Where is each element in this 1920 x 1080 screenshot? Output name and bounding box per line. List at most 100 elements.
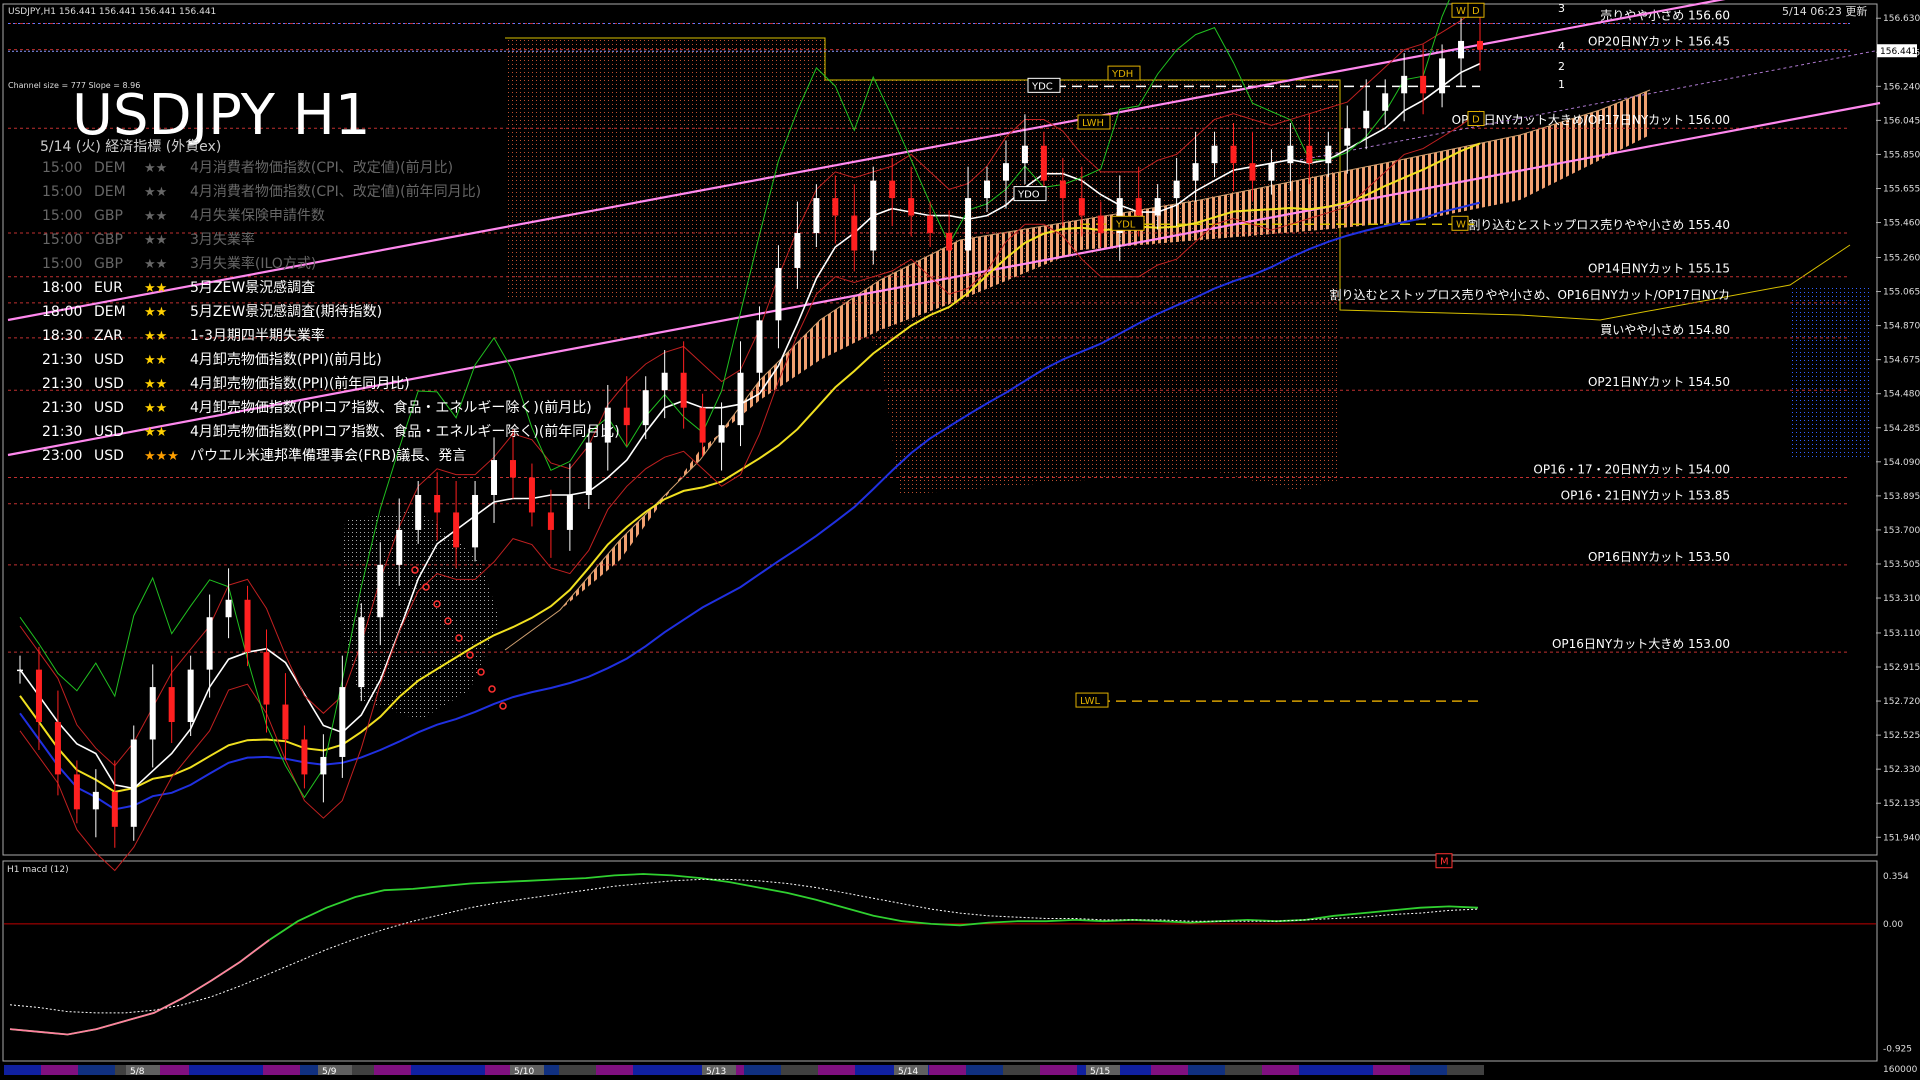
calendar-event: 4月失業保険申請件数 [190,208,325,224]
calendar-currency: USD [94,376,124,392]
level-label-text: YDH [1111,69,1133,80]
date-bar-segment [411,1065,448,1075]
candle-body [168,687,175,723]
price-axis-label: 153.110 [1883,629,1920,639]
calendar-currency: USD [94,400,124,416]
date-bar-segment [670,1065,707,1075]
price-axis-label: 154.480 [1883,390,1920,400]
price-axis-label: 154.870 [1883,322,1920,332]
calendar-event: 1-3月期四半期失業率 [190,327,325,344]
option-level-label: 割り込むとストップロス売りやや小さめ 155.40 [1468,217,1730,232]
candle-body [1458,40,1465,59]
level-label-text: LWH [1082,118,1104,129]
price-axis-label: 153.505 [1883,560,1920,570]
price-axis-label: 155.655 [1883,184,1920,194]
candle-body [1325,145,1332,164]
level-label-text: D [1472,6,1480,17]
calendar-event: 5月ZEW景況感調査 [190,279,315,296]
calendar-stars: ★★★ [144,449,179,464]
calendar-event: パウエル米連邦準備理事会(FRB)議長、発言 [190,447,466,464]
option-level-label: OP21日NYカット 154.50 [1588,375,1730,389]
date-bar-segment [1447,1065,1484,1075]
date-bar-segment [1262,1065,1299,1075]
update-time: 5/14 06:23 更新 [1782,4,1867,18]
option-level-label: OP16・17・20日NYカット 154.00 [1533,463,1730,477]
candle-body [699,407,706,443]
date-bar-segment [41,1065,78,1075]
calendar-stars: ★★ [144,329,167,344]
calendar-event: 4月卸売物価指数(PPIコア指数、食品・エネルギー除く)(前年同月比) [190,423,620,440]
candle-body [623,407,630,426]
date-bar-segment [1225,1065,1262,1075]
calendar-stars: ★★ [144,353,167,368]
price-axis-label: 152.525 [1883,731,1920,741]
candle-body [491,460,498,495]
macd-axis-label: 0.00 [1883,920,1903,930]
level-label-text: W [1456,6,1466,17]
date-bar-segment [4,1065,41,1075]
current-price-text: 156.441 [1880,47,1917,57]
candle-body [92,791,99,810]
candle-body [908,198,915,216]
channel-number: 3 [1558,2,1565,15]
symbol-info: USDJPY,H1 156.441 156.441 156.441 156.44… [8,7,216,17]
candle-body [1230,145,1237,164]
candle-body [358,617,365,688]
price-axis-label: 152.915 [1883,663,1920,673]
chart-canvas: 売りやや小さめ 156.60OP20日NYカット 156.45OP15日NYカッ… [2,0,1920,1077]
candle-body [737,372,744,426]
candle-body [775,267,782,321]
price-axis-label: 155.850 [1883,150,1920,160]
option-level-label: OP15日NYカット大きめ/OP17日NYカット 156.00 [1452,113,1730,127]
price-axis-label: 152.135 [1883,799,1920,809]
candle-body [528,477,535,513]
candle-body [813,198,820,234]
price-axis-label: 154.090 [1883,458,1920,468]
calendar-event: 4月卸売物価指数(PPIコア指数、食品・エネルギー除く)(前月比) [190,399,592,416]
candle-body [946,233,953,251]
date-tag: 5/10 [514,1067,534,1077]
calendar-stars: ★★ [144,233,167,248]
candle-body [187,669,194,723]
candle-body [870,180,877,251]
option-level-label: OP20日NYカット 156.45 [1588,35,1730,49]
candle-body [1192,163,1199,181]
calendar-time: 21:30 [42,424,82,440]
candle-body [1059,180,1066,199]
date-bar: 5/8 5/9 5/10 5/13 5/14 5/15 [4,1065,1484,1077]
candle-body [54,722,61,775]
calendar-currency: DEM [94,184,126,200]
candle-body [661,372,668,391]
date-bar-segment [189,1065,226,1075]
channel-number: 1 [1558,78,1565,91]
calendar-stars: ★★ [144,209,167,224]
candle-body [149,687,156,740]
date-bar-segment [226,1065,263,1075]
level-label-text: LWL [1080,696,1101,707]
date-bar-segment [855,1065,892,1075]
candle-body [130,739,137,827]
candle-body [1363,110,1370,129]
option-level-label: OP16日NYカット大きめ 153.00 [1552,637,1730,651]
candle-body [1211,145,1218,164]
candle-body [1382,93,1389,111]
calendar-currency: DEM [94,160,126,176]
candle-body [1002,163,1009,181]
calendar-stars: ★★ [144,257,167,272]
candle-body [718,425,725,443]
date-bar-segment [78,1065,115,1075]
macd-frame [2,860,1878,1062]
date-bar-segment [448,1065,485,1075]
candle-body [832,198,839,216]
calendar-time: 15:00 [42,208,82,224]
calendar-currency: EUR [94,280,123,296]
calendar-time: 15:00 [42,160,82,176]
level-label-text: YDL [1115,219,1136,230]
date-bar-segment [596,1065,633,1075]
candle-body [396,529,403,565]
calendar-time: 15:00 [42,184,82,200]
level-label-text: YDO [1017,190,1040,201]
candle-body [1154,198,1161,216]
channel-number: 4 [1558,40,1565,53]
calendar-stars: ★★ [144,377,167,392]
